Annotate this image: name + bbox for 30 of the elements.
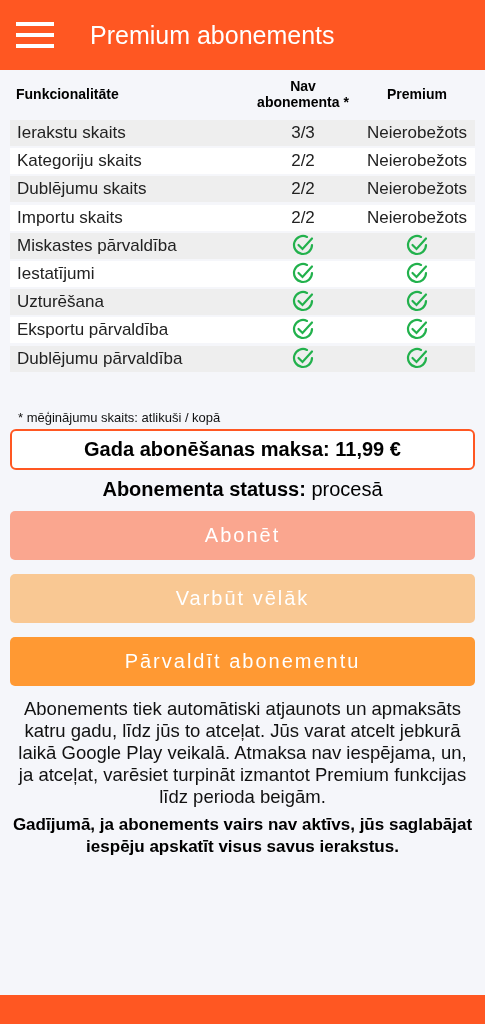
table-cell: Neierobežots xyxy=(359,148,475,175)
table-cell: 2/2 xyxy=(247,176,359,203)
table-cell: Dublējumu pārvaldība xyxy=(10,345,247,372)
action-button[interactable]: Abonēt xyxy=(10,510,475,560)
table-cell: Neierobežots xyxy=(359,176,475,203)
table-cell: 2/2 xyxy=(247,204,359,231)
table-cell: Uzturēšana xyxy=(10,289,247,316)
table-cell: 3/3 xyxy=(247,120,359,146)
menu-icon[interactable] xyxy=(16,22,54,48)
table-cell: Neierobežots xyxy=(359,120,475,146)
table-cell: Dublējumu skaits xyxy=(10,176,247,203)
table-cell: Eksportu pārvaldība xyxy=(10,317,247,344)
column-header: Funkcionalitāte xyxy=(16,86,119,102)
footnote: * mēģinājumu skaits: atlikuši / kopā xyxy=(18,409,222,425)
info-text: Abonements tiek automātiski atjaunots un apmaksāts katru gadu, līdz jūs to atceļat. Jūs varat atcelt jebkurā laikā Google Play veikalā. Atmaksa nav iespējama, un, ja atceļat, varēsiet turpināt izmantot Premium funkcijas līdz perioda beigām. xyxy=(17,697,468,808)
table-cell: Kategoriju skaits xyxy=(10,148,247,175)
table-cell: Ierakstu skaits xyxy=(10,120,247,146)
table-cell: Neierobežots xyxy=(359,204,475,231)
action-button[interactable]: Pārvaldīt abonementu xyxy=(10,636,475,686)
column-header: Nav abonementa * xyxy=(256,78,350,110)
table-cell: Miskastes pārvaldība xyxy=(10,232,247,259)
note-text: Gadījumā, ja abonements vairs nav aktīvs, jūs saglabājat iespēju apskatīt visus savus ierakstus. xyxy=(11,813,474,858)
action-button[interactable]: Varbūt vēlāk xyxy=(10,573,475,623)
table-cell: Importu skaits xyxy=(10,204,247,231)
table-cell: 2/2 xyxy=(247,148,359,175)
column-header: Premium xyxy=(387,86,447,102)
table-cell: Iestatījumi xyxy=(10,260,247,287)
price-banner: Gada abonēšanas maksa: 11,99 € xyxy=(10,428,475,470)
subscription-status: Abonementa statuss: procesā xyxy=(101,477,384,501)
app-title: Premium abonements xyxy=(90,20,335,50)
